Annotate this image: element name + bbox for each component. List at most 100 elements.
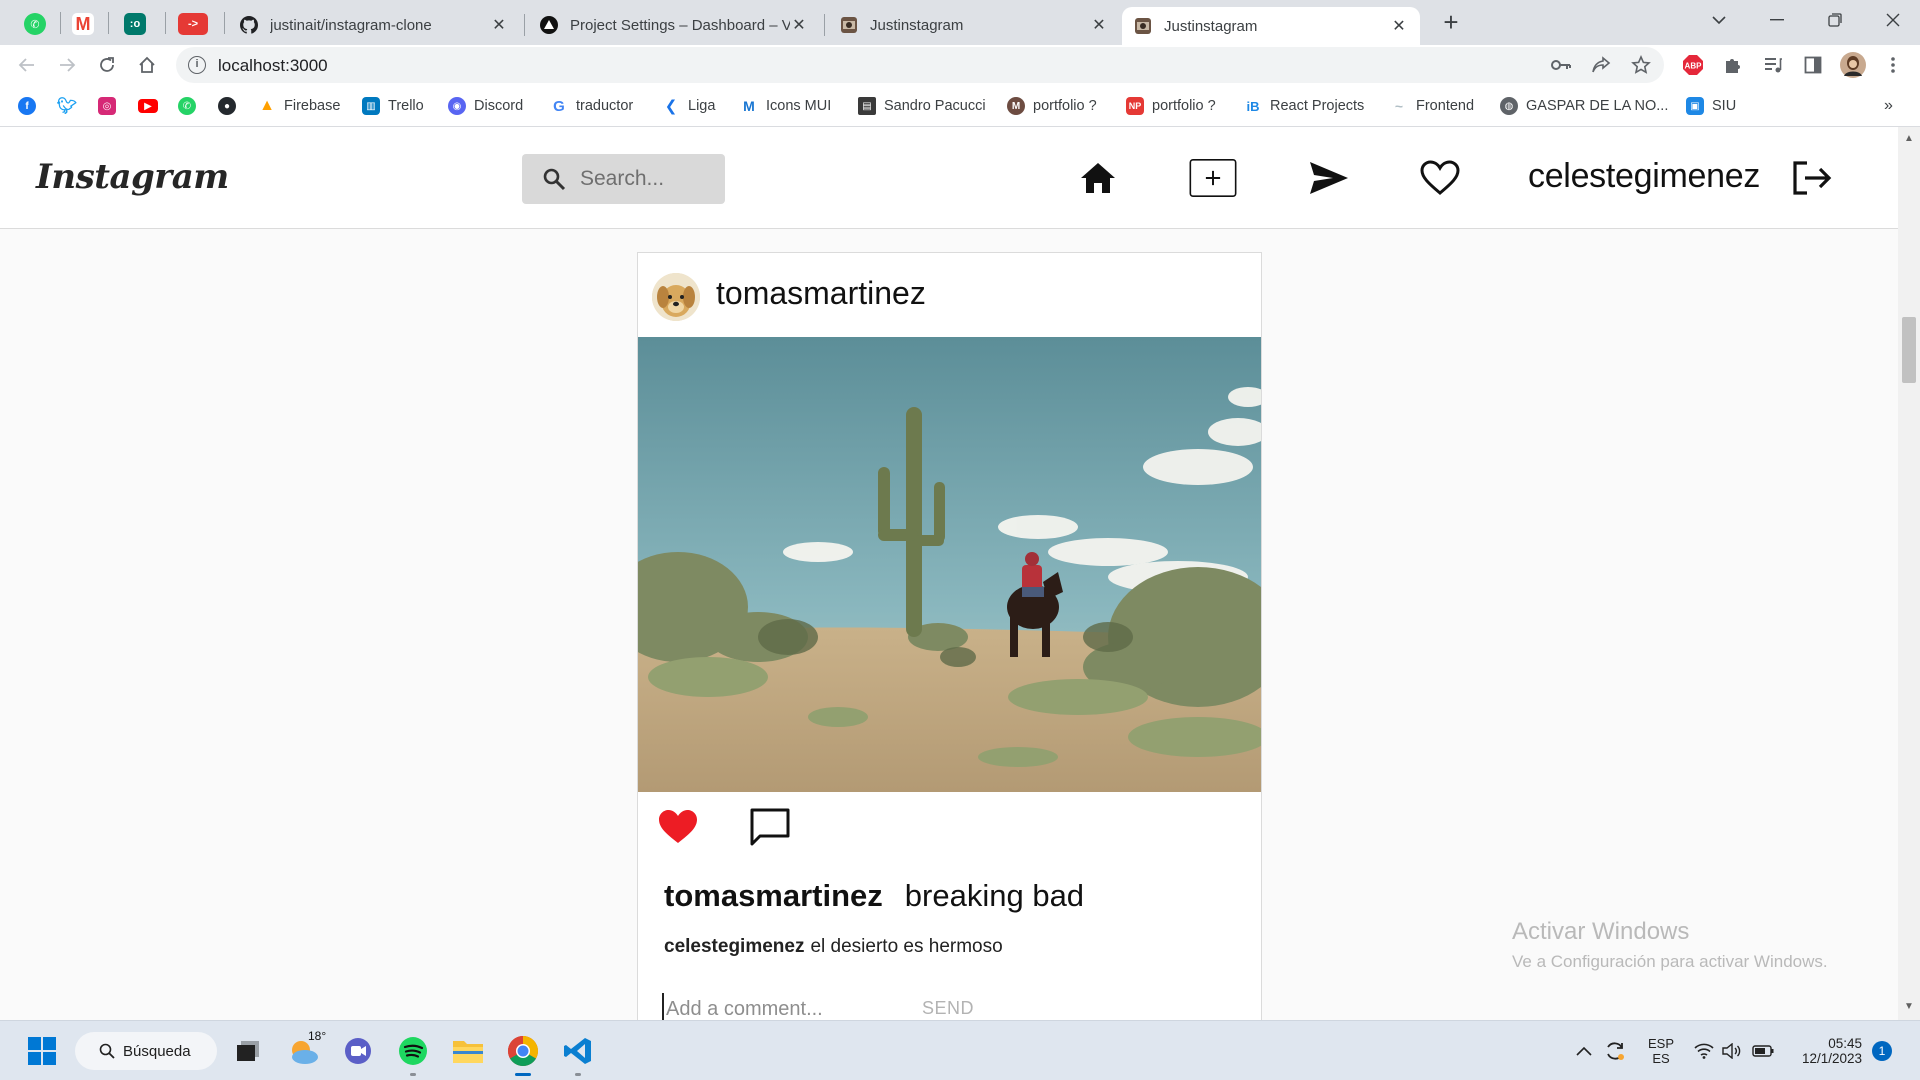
show-hidden-icons-button[interactable] [1576, 1021, 1592, 1080]
scroll-down-arrow-icon[interactable]: ▼ [1898, 1001, 1920, 1012]
side-panel-button[interactable] [1798, 50, 1828, 80]
weather-temp: 18° [308, 1029, 327, 1043]
pinned-tab-app[interactable]: :o [114, 7, 156, 41]
close-tab-button[interactable]: ✕ [1090, 15, 1108, 35]
bookmark-discord[interactable]: ◉ Discord [448, 95, 523, 117]
bookmark-twitter[interactable]: 🐦︎ [57, 95, 77, 117]
react-projects-icon: iB [1244, 97, 1262, 115]
scrollbar-thumb[interactable] [1902, 317, 1916, 383]
adblock-extension-button[interactable]: ABP [1678, 50, 1708, 80]
task-view-button[interactable] [228, 1031, 268, 1071]
add-box-icon [1189, 158, 1237, 198]
key-icon[interactable] [1550, 54, 1572, 76]
share-icon[interactable] [1590, 54, 1612, 76]
close-tab-button[interactable]: ✕ [790, 15, 808, 35]
bookmark-icons-mui[interactable]: M Icons MUI [740, 95, 831, 117]
close-window-button[interactable] [1864, 0, 1920, 40]
direct-messages-button[interactable] [1305, 154, 1353, 202]
bookmark-github[interactable]: ● [218, 95, 236, 117]
notification-center-button[interactable]: 1 [1872, 1021, 1892, 1080]
bookmark-react-projects[interactable]: iB React Projects [1244, 95, 1364, 117]
bookmark-star-icon[interactable] [1630, 54, 1652, 76]
weather-widget[interactable]: 18° [284, 1029, 327, 1071]
bookmark-instagram[interactable]: ◎ [98, 95, 116, 117]
bookmark-gaspar[interactable]: ◍ GASPAR DE LA NO... [1500, 95, 1668, 117]
new-tab-button[interactable]: + [1436, 8, 1466, 38]
post-caption: tomasmartinez breaking bad [664, 878, 1084, 914]
back-button[interactable] [12, 50, 42, 80]
close-tab-button[interactable]: ✕ [1390, 16, 1408, 36]
bookmark-trello[interactable]: ▥ Trello [362, 95, 424, 117]
windows-taskbar: Búsqueda 18° ESP ES 05:45 12/1/2023 1 [0, 1020, 1920, 1080]
restore-icon [1828, 13, 1842, 27]
send-comment-button[interactable]: SEND [922, 998, 974, 1019]
avatar[interactable] [652, 273, 700, 321]
instagram-logo[interactable]: Instagram [36, 157, 229, 197]
bookmark-firebase[interactable]: ▲ Firebase [258, 95, 340, 117]
close-tab-button[interactable]: ✕ [490, 15, 508, 35]
start-button[interactable] [22, 1031, 62, 1071]
like-button[interactable] [656, 805, 700, 849]
profile-avatar-button[interactable] [1838, 50, 1868, 80]
bookmark-portfolio-medium[interactable]: Mportfolio ? [1007, 95, 1097, 117]
clock[interactable]: 05:45 12/1/2023 [1784, 1021, 1862, 1080]
spotify-button[interactable] [393, 1031, 433, 1071]
minimize-button[interactable] [1748, 0, 1806, 40]
bookmark-sandro-pacucci[interactable]: ▤ Sandro Pacucci [858, 95, 986, 117]
bookmark-youtube[interactable]: ▶ [138, 95, 158, 117]
bookmark-siu[interactable]: ▣ SIU [1686, 95, 1736, 117]
post-author[interactable]: tomasmartinez [716, 275, 926, 312]
bookmark-facebook[interactable]: f [18, 95, 36, 117]
logout-button[interactable] [1788, 154, 1836, 202]
teams-meet-button[interactable] [338, 1031, 378, 1071]
bookmark-whatsapp[interactable]: ✆ [178, 95, 196, 117]
bookmark-liga[interactable]: ❮ Liga [662, 95, 715, 117]
pinned-tab-redirect[interactable]: -> [172, 7, 214, 41]
search-box[interactable] [522, 154, 725, 204]
volume-control[interactable] [1722, 1021, 1742, 1080]
reload-button[interactable] [92, 50, 122, 80]
forward-button[interactable] [52, 50, 82, 80]
scroll-up-arrow-icon[interactable]: ▲ [1898, 133, 1920, 144]
tab-github[interactable]: justinait/instagram-clone ✕ [228, 7, 520, 43]
caption-username[interactable]: tomasmartinez [664, 878, 883, 913]
language-indicator[interactable]: ESP ES [1646, 1021, 1676, 1080]
tab-justinstagram-active[interactable]: Justinstagram ✕ [1122, 7, 1420, 45]
vscode-button[interactable] [558, 1031, 598, 1071]
bookmark-traductor[interactable]: Gtraductor [550, 95, 633, 117]
extensions-button[interactable] [1718, 50, 1748, 80]
page-scrollbar[interactable]: ▲ ▼ [1898, 127, 1920, 1020]
url-text[interactable]: localhost:3000 [218, 56, 328, 76]
comment-button[interactable] [748, 805, 792, 849]
chrome-taskbar-button[interactable] [503, 1031, 543, 1071]
arrow-right-icon [60, 58, 76, 72]
sync-tray-button[interactable] [1604, 1021, 1626, 1080]
search-input[interactable] [580, 162, 715, 196]
file-explorer-button[interactable] [448, 1031, 488, 1071]
chrome-menu-button[interactable] [1878, 50, 1908, 80]
comment-username[interactable]: celestegimenez [664, 936, 804, 957]
tab-search-button[interactable] [1690, 0, 1748, 40]
new-post-button[interactable] [1189, 154, 1237, 202]
bookmark-portfolio-np[interactable]: NP portfolio ? [1126, 95, 1216, 117]
taskbar-search[interactable]: Búsqueda [75, 1032, 217, 1070]
pinned-tab-gmail[interactable]: M [62, 7, 104, 41]
mui-icon: M [740, 97, 758, 115]
home-button[interactable] [132, 50, 162, 80]
send-icon [1310, 162, 1348, 194]
bookmark-frontend[interactable]: ~ Frontend [1390, 95, 1474, 117]
media-control-button[interactable] [1758, 50, 1788, 80]
home-nav-button[interactable] [1074, 154, 1122, 202]
activity-button[interactable] [1416, 154, 1464, 202]
wifi-status[interactable] [1694, 1021, 1714, 1080]
site-info-icon[interactable]: i [188, 56, 206, 74]
battery-status[interactable] [1752, 1021, 1774, 1080]
globe-icon: ◍ [1500, 97, 1518, 115]
pinned-tab-whatsapp[interactable]: ✆ [14, 7, 56, 41]
tab-project-settings[interactable]: Project Settings – Dashboard – V ✕ [528, 7, 820, 43]
address-bar[interactable]: i localhost:3000 [176, 47, 1664, 83]
more-bookmarks-button[interactable]: » [1884, 95, 1893, 117]
restore-button[interactable] [1806, 0, 1864, 40]
current-username[interactable]: celestegimenez [1528, 157, 1760, 196]
tab-justinstagram[interactable]: Justinstagram ✕ [828, 7, 1120, 43]
